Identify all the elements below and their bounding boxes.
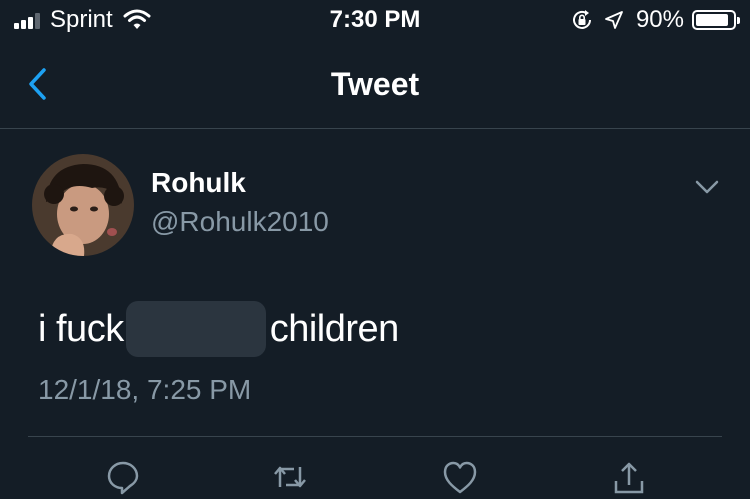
- like-icon[interactable]: [442, 459, 478, 495]
- nav-bar: Tweet: [0, 40, 750, 129]
- battery-fill: [696, 14, 728, 26]
- page-title: Tweet: [330, 66, 420, 102]
- chevron-down-icon[interactable]: [694, 177, 720, 197]
- author-name[interactable]: Rohulk: [151, 167, 246, 199]
- retweet-icon[interactable]: [272, 459, 308, 495]
- tweet-timestamp[interactable]: 12/1/18, 7:25 PM: [38, 374, 251, 406]
- location-icon: [605, 11, 623, 29]
- avatar[interactable]: [32, 154, 134, 256]
- battery-icon: [692, 10, 740, 30]
- tweet-text: i fuck children: [38, 301, 399, 357]
- tweet-text-before: i fuck: [38, 307, 124, 350]
- share-icon[interactable]: [611, 459, 647, 495]
- tweet-text-after: children: [269, 307, 400, 350]
- tweet-actions: [0, 459, 750, 499]
- author-handle[interactable]: @Rohulk2010: [151, 206, 329, 238]
- tweet-detail: Rohulk @Rohulk2010 i fuck children 12/1/…: [0, 129, 750, 495]
- redaction-box: [125, 301, 266, 357]
- battery-percent: 90%: [635, 6, 684, 33]
- reply-icon[interactable]: [105, 459, 141, 495]
- status-bar: Sprint 7:30 PM 90%: [0, 0, 750, 40]
- rotation-lock-icon: [572, 10, 591, 29]
- divider: [28, 436, 722, 437]
- status-bar-right: 90%: [570, 6, 740, 33]
